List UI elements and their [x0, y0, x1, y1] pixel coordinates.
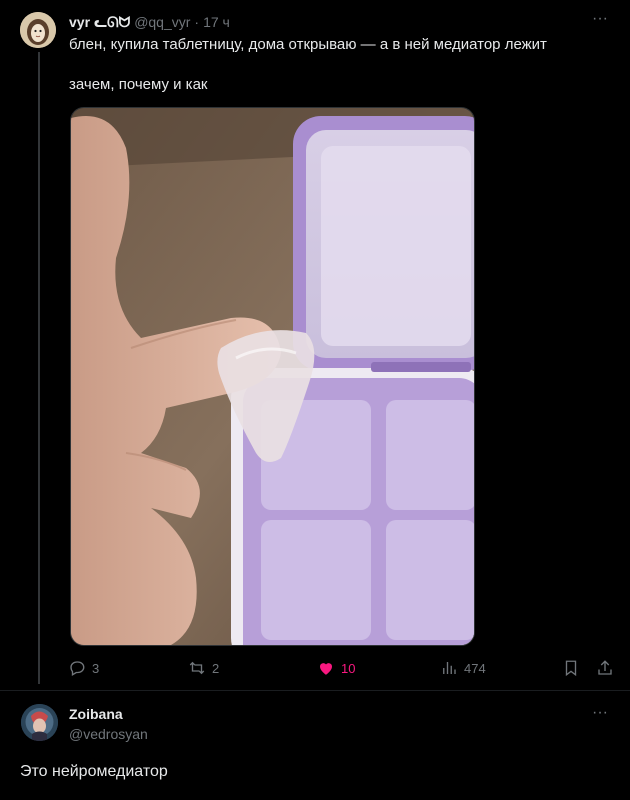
heart-icon	[320, 663, 332, 675]
reply-text: Это нейромедиатор	[20, 763, 168, 780]
display-name[interactable]: vyr ᓚᘏᗢ	[69, 14, 130, 31]
like-count: 10	[341, 660, 356, 676]
reply-tweet[interactable]: Zoibana @vedrosyan ··· Это нейромедиатор	[0, 691, 630, 800]
reply-handle[interactable]: @vedrosyan	[69, 726, 148, 742]
tweet-actions: 3 2 10 474	[68, 658, 618, 678]
retweet-icon	[189, 661, 205, 675]
views-icon	[443, 662, 456, 674]
like-button[interactable]: 10	[317, 658, 355, 678]
tweet-header: vyr ᓚᘏᗢ @qq_vyr · 17 ч	[69, 12, 230, 32]
tweet-photo[interactable]	[70, 107, 475, 646]
views-button[interactable]: 474	[440, 658, 486, 678]
bookmark-icon	[565, 660, 577, 677]
more-icon[interactable]: ···	[588, 10, 612, 27]
reply-display-name[interactable]: Zoibana	[69, 706, 123, 722]
share-icon	[598, 660, 612, 675]
separator: ·	[194, 14, 200, 30]
avatar-image	[20, 12, 56, 48]
handle[interactable]: @qq_vyr	[134, 14, 190, 30]
views-count: 474	[464, 660, 486, 676]
thread-line	[38, 52, 40, 684]
bookmark-button[interactable]	[562, 658, 586, 678]
tweet-text-line: блен, купила таблетницу, дома открываю —…	[69, 36, 547, 53]
tweet[interactable]: vyr ᓚᘏᗢ @qq_vyr · 17 ч ··· блен, купила …	[0, 0, 630, 690]
photo-pillbox-pick	[71, 108, 474, 645]
avatar-image	[21, 704, 58, 741]
avatar[interactable]	[20, 12, 56, 48]
timestamp[interactable]: 17 ч	[203, 14, 230, 30]
reply-button[interactable]: 3	[68, 658, 99, 678]
avatar[interactable]	[21, 704, 58, 741]
share-button[interactable]	[596, 658, 620, 678]
more-icon[interactable]: ···	[588, 704, 612, 721]
tweet-text-line: зачем, почему и как	[69, 76, 208, 93]
tweet-text: блен, купила таблетницу, дома открываю —…	[69, 35, 609, 95]
retweet-count: 2	[212, 660, 220, 676]
retweet-button[interactable]: 2	[188, 658, 219, 678]
reply-icon	[70, 661, 85, 676]
reply-count: 3	[92, 660, 100, 676]
